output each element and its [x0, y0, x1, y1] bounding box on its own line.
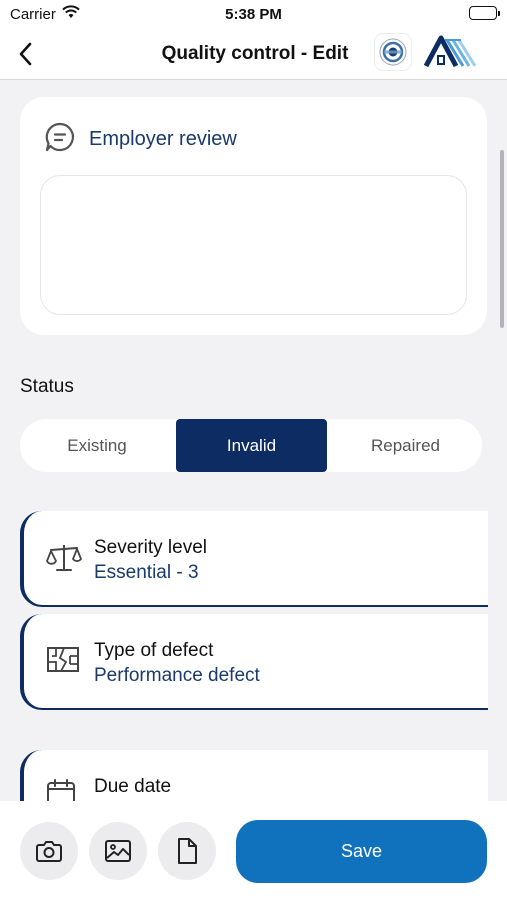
type-of-defect-field[interactable]: Type of defect Performance defect — [20, 614, 488, 710]
status-segmented-control: Existing Invalid Repaired — [20, 419, 482, 472]
clock: 5:38 PM — [225, 6, 282, 23]
comment-icon — [44, 121, 76, 158]
chevron-left-icon — [19, 42, 32, 66]
seal-logo — [375, 34, 411, 70]
bottom-action-bar: Save — [0, 801, 507, 900]
employer-review-card: Employer review — [20, 97, 487, 335]
type-of-defect-value: Performance defect — [94, 665, 260, 686]
severity-level-value: Essential - 3 — [94, 562, 199, 583]
back-button[interactable] — [10, 38, 40, 70]
camera-button[interactable] — [20, 822, 78, 880]
calendar-icon — [46, 778, 76, 801]
status-bar: Carrier 5:38 PM — [0, 0, 507, 30]
status-option-existing[interactable]: Existing — [20, 419, 174, 472]
scale-icon — [46, 543, 82, 578]
severity-level-label: Severity level — [94, 537, 207, 558]
navigation-bar: Quality control - Edit — [0, 30, 507, 80]
gallery-button[interactable] — [89, 822, 147, 880]
page-title: Quality control - Edit — [161, 43, 349, 64]
cracked-wall-icon — [46, 646, 80, 679]
scrollbar[interactable] — [500, 150, 504, 328]
severity-level-field[interactable]: Severity level Essential - 3 — [20, 511, 488, 607]
employer-review-input[interactable] — [40, 175, 467, 315]
camera-icon — [36, 841, 62, 862]
type-of-defect-label: Type of defect — [94, 640, 214, 661]
save-button[interactable]: Save — [236, 820, 487, 883]
form-content[interactable]: Employer review Status Existing Invalid … — [0, 81, 507, 801]
document-button[interactable] — [158, 822, 216, 880]
status-label: Status — [20, 376, 74, 397]
employer-review-title: Employer review — [89, 128, 237, 150]
battery-icon — [469, 6, 500, 20]
document-icon — [178, 838, 197, 864]
house-logo — [423, 32, 481, 72]
status-option-repaired[interactable]: Repaired — [329, 419, 482, 472]
image-icon — [105, 840, 131, 862]
due-date-label: Due date — [94, 776, 172, 797]
status-option-invalid[interactable]: Invalid — [176, 419, 327, 472]
due-date-field[interactable]: Due date — [20, 750, 488, 801]
